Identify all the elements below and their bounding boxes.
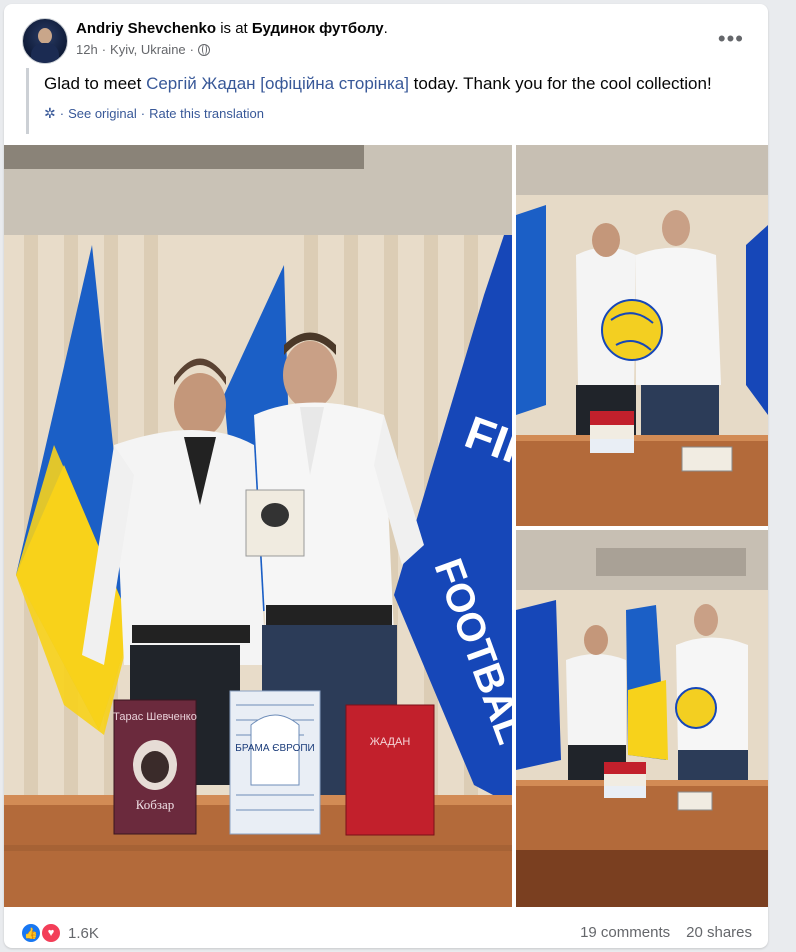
- gear-icon: ✲: [44, 105, 56, 121]
- post-meta: 12h · Kyiv, Ukraine ·: [76, 42, 211, 57]
- like-icon: 👍: [20, 922, 42, 944]
- more-options-icon[interactable]: •••: [718, 28, 744, 50]
- translate-separator: ·: [140, 106, 146, 121]
- comments-link[interactable]: 19 comments: [580, 924, 670, 941]
- see-original-link[interactable]: See original: [68, 106, 137, 121]
- book-kobzar-title: Кобзар: [136, 797, 175, 812]
- main-photo[interactable]: FIFA FOOTBAL Тарас Шевченко Кобзар БРАМА…: [4, 145, 512, 907]
- is-at-text: is at: [220, 20, 248, 37]
- globe-icon: [198, 43, 211, 56]
- shares-link[interactable]: 20 shares: [686, 924, 752, 941]
- quote-bar: [26, 68, 29, 134]
- reactions-summary[interactable]: 👍 ♥ 1.6K: [20, 922, 99, 944]
- reaction-count[interactable]: 1.6K: [68, 925, 99, 942]
- avatar-face: [38, 28, 52, 44]
- post-time[interactable]: 12h: [76, 42, 98, 57]
- place-link[interactable]: Будинок футболу: [252, 20, 384, 37]
- post-location: Kyiv, Ukraine: [110, 42, 186, 57]
- photo-top-right[interactable]: [516, 145, 768, 526]
- translate-sep-0: ·: [59, 106, 65, 121]
- photo-bottom-right[interactable]: [516, 530, 768, 907]
- author-avatar[interactable]: [22, 18, 68, 64]
- post-header: Andriy Shevchenko is at Будинок футболу.: [76, 20, 388, 37]
- post-text: Glad to meet Сергій Жадан [офіційна стор…: [44, 74, 712, 94]
- avatar-body: [31, 43, 59, 63]
- author-name-link[interactable]: Andriy Shevchenko: [76, 20, 216, 37]
- rate-translation-link[interactable]: Rate this translation: [149, 106, 264, 121]
- header-period: .: [383, 20, 388, 37]
- post-text-after: today. Thank you for the cool collection…: [408, 74, 712, 93]
- post-card: Andriy Shevchenko is at Будинок футболу.…: [4, 4, 768, 948]
- meta-separator: ·: [101, 42, 107, 57]
- post-text-before: Glad to meet: [44, 74, 147, 93]
- mention-link[interactable]: Сергій Жадан [офіційна сторінка]: [146, 74, 409, 93]
- book-zhadan-title: ЖАДАН: [370, 736, 411, 748]
- translation-bar: ✲ · See original · Rate this translation: [44, 105, 264, 122]
- meta-separator-2: ·: [189, 42, 195, 57]
- engagement-stats: 19 comments 20 shares: [580, 924, 752, 941]
- love-icon: ♥: [40, 922, 62, 944]
- book-kobzar-author: Тарас Шевченко: [113, 711, 197, 723]
- book-brama-title: БРАМА ЄВРОПИ: [235, 743, 314, 754]
